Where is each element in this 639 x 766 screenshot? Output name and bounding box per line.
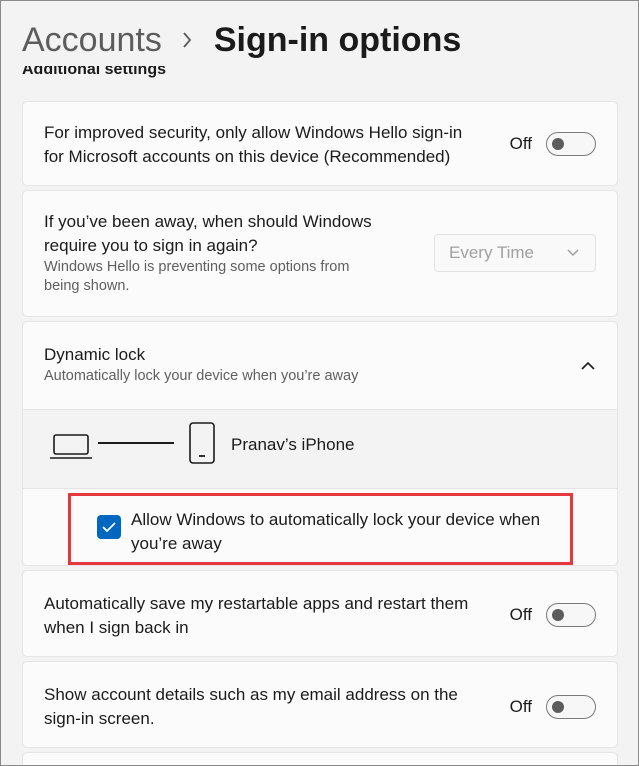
setting-hello-only: For improved security, only allow Window… [22, 101, 618, 186]
toggle-state-label: Off [509, 605, 532, 624]
toggle-knob [552, 138, 564, 150]
checkbox-label-line: you’re away [131, 534, 222, 553]
checkmark-icon [102, 522, 116, 533]
setting-label: require you to sign in again? [44, 236, 258, 255]
setting-label: For improved security, only allow Window… [44, 123, 463, 142]
breadcrumb: Accounts Sign-in options [22, 18, 461, 62]
setting-label: Show account details such as my email ad… [44, 685, 458, 704]
setting-description: Windows Hello is preventing some options… [44, 259, 350, 275]
setting-label: when I sign back in [44, 618, 189, 637]
setting-label: for Microsoft accounts on this device (R… [44, 147, 451, 166]
setting-description: Automatically lock your device when you’… [44, 368, 359, 384]
setting-next-partial [22, 752, 618, 766]
section-heading: Additional settings [22, 66, 166, 78]
toggle-knob [552, 701, 564, 713]
require-signin-dropdown[interactable]: Every Time [434, 234, 596, 272]
setting-description: being shown. [44, 278, 130, 294]
paired-device-row: Pranav’s iPhone [23, 409, 617, 489]
chevron-up-icon[interactable] [581, 361, 595, 370]
chevron-down-icon [567, 249, 579, 257]
hello-only-toggle[interactable] [546, 132, 596, 156]
checkbox-label-line: Allow Windows to automatically lock your… [131, 510, 541, 529]
dynamic-lock-header[interactable]: Dynamic lock Automatically lock your dev… [23, 322, 617, 409]
setting-label: Dynamic lock [44, 345, 146, 364]
toggle-state-label: Off [509, 134, 532, 153]
laptop-icon [50, 434, 92, 459]
dropdown-value: Every Time [449, 243, 535, 262]
setting-label: If you’ve been away, when should Windows [44, 212, 372, 231]
phone-icon [189, 422, 215, 464]
setting-label: Automatically save my restartable apps a… [44, 594, 469, 613]
page-title: Sign-in options [213, 20, 462, 59]
setting-require-signin: If you’ve been away, when should Windows… [22, 190, 618, 317]
dynamic-lock-checkbox[interactable] [97, 515, 121, 539]
connection-line [98, 442, 174, 444]
setting-account-details: Show account details such as my email ad… [22, 661, 618, 748]
toggle-knob [552, 609, 564, 621]
chevron-right-icon [183, 32, 192, 48]
dynamic-lock-checkbox-label[interactable]: Allow Windows to automatically lock your… [131, 508, 571, 556]
account-details-toggle[interactable] [546, 695, 596, 719]
setting-label: sign-in screen. [44, 709, 155, 728]
toggle-state-label: Off [509, 697, 532, 716]
setting-restart-apps: Automatically save my restartable apps a… [22, 570, 618, 657]
device-name: Pranav’s iPhone [231, 435, 355, 454]
breadcrumb-accounts[interactable]: Accounts [22, 21, 162, 60]
restart-apps-toggle[interactable] [546, 603, 596, 627]
